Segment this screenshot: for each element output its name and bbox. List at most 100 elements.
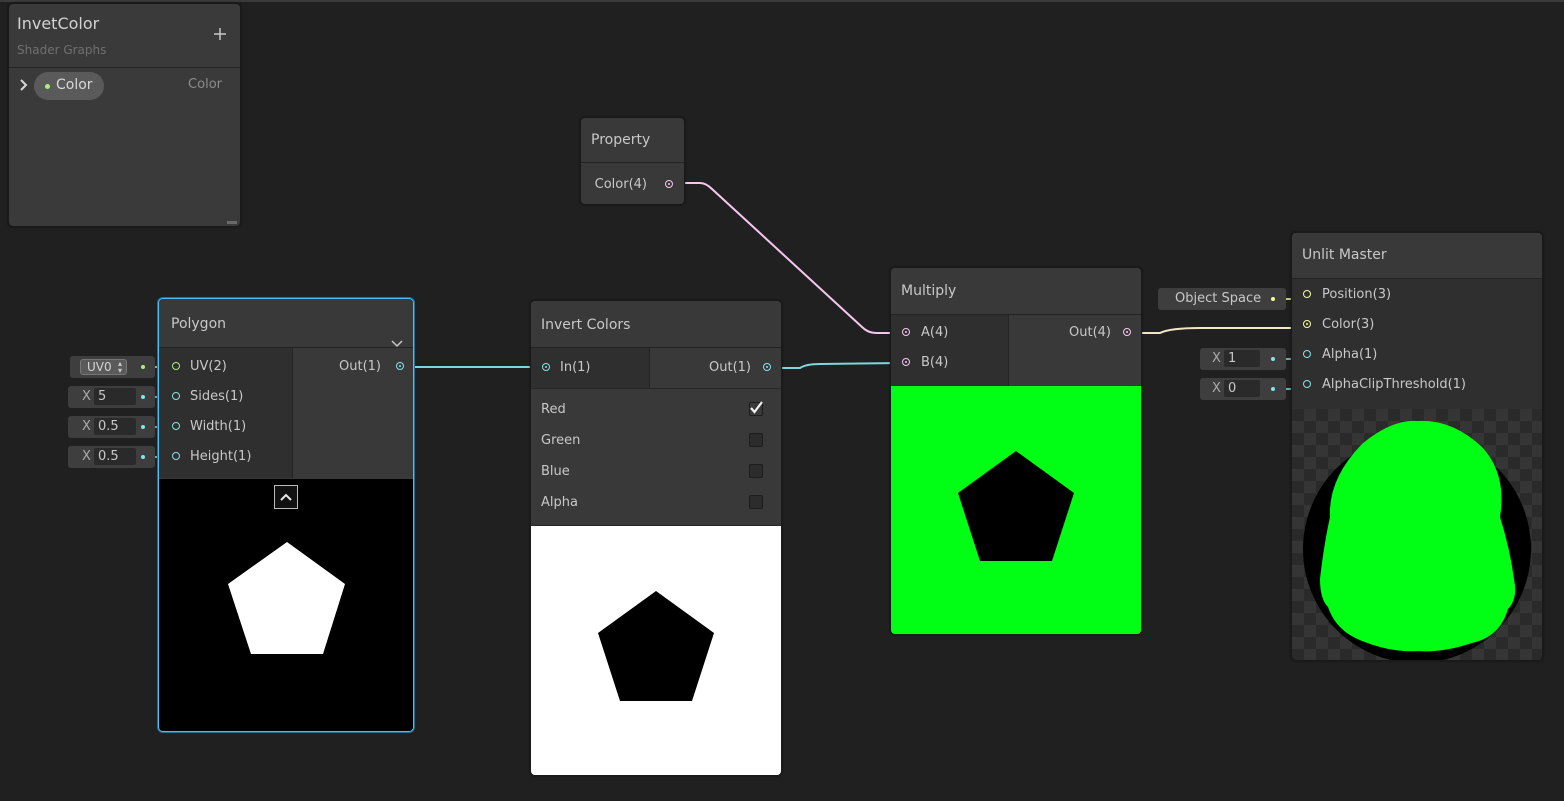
height-field-dot: [141, 455, 145, 459]
port-width-icon: [172, 422, 180, 430]
multiply-node-title: Multiply: [891, 268, 1141, 315]
port-connected-icon: [542, 363, 550, 371]
multiply-preview: [891, 386, 1141, 634]
port-position-icon: [1303, 290, 1311, 298]
position-field-dot: [1271, 297, 1275, 301]
port-alpha[interactable]: Alpha(1): [1292, 340, 1542, 370]
uv-field-dot: [141, 365, 145, 369]
port-alpha-icon: [1303, 350, 1311, 358]
channel-red-checkbox[interactable]: [749, 401, 763, 416]
port-connected-icon: [665, 180, 673, 188]
width-value[interactable]: 0.5: [94, 418, 136, 435]
port-connected-icon: [1123, 328, 1131, 336]
chevron-right-icon[interactable]: [19, 79, 29, 91]
port-position-label: Position(3): [1322, 287, 1392, 302]
port-uv-label: UV(2): [190, 359, 227, 374]
sides-value[interactable]: 5: [94, 388, 136, 405]
blackboard-divider: [9, 67, 240, 68]
port-position[interactable]: Position(3): [1292, 280, 1542, 310]
port-invert-in-label: In(1): [560, 360, 591, 375]
sides-axis-label: X: [82, 389, 91, 404]
port-connected-icon: [396, 362, 404, 370]
port-multiply-out[interactable]: Out(4): [1009, 318, 1141, 348]
alpha-value[interactable]: 1: [1224, 350, 1260, 367]
port-invert-out[interactable]: Out(1): [650, 353, 781, 383]
port-a[interactable]: A(4): [891, 318, 1008, 348]
invert-preview: [531, 525, 781, 775]
collapse-preview-button[interactable]: [274, 485, 298, 509]
port-polygon-out-label: Out(1): [339, 359, 381, 374]
sides-field-dot: [141, 395, 145, 399]
channel-alpha-checkbox[interactable]: [749, 495, 763, 509]
multiply-inputs: A(4) B(4): [891, 315, 1009, 386]
width-axis-label: X: [82, 419, 91, 434]
blackboard-subtitle: Shader Graphs: [17, 43, 107, 57]
property-output-port[interactable]: Color(4): [581, 163, 684, 204]
polygon-node-title: Polygon: [159, 299, 413, 348]
invert-outputs: Out(1): [650, 348, 781, 388]
height-value[interactable]: 0.5: [94, 448, 136, 465]
polygon-preview: [159, 479, 413, 731]
master-preview: [1292, 409, 1542, 660]
port-sides[interactable]: Sides(1): [159, 382, 292, 412]
port-height[interactable]: Height(1): [159, 442, 292, 472]
port-b[interactable]: B(4): [891, 348, 1008, 378]
port-multiply-out-label: Out(4): [1069, 325, 1111, 340]
channel-alpha-row: Alpha: [531, 487, 781, 518]
uv-dropdown[interactable]: UV0 ▴ ▾: [80, 359, 127, 375]
channel-blue-label: Blue: [541, 464, 570, 479]
property-node[interactable]: Property Color(4): [580, 117, 685, 205]
chevron-up-icon: [280, 493, 292, 501]
port-uv[interactable]: UV(2): [159, 352, 292, 382]
channel-settings: Red Green Blue Alpha: [531, 388, 781, 520]
channel-red-label: Red: [541, 402, 566, 417]
port-alpha-clip[interactable]: AlphaClipThreshold(1): [1292, 370, 1542, 400]
pentagon-shape-black: [958, 451, 1074, 561]
property-pill[interactable]: Color: [34, 72, 104, 100]
polygon-outputs: Out(1): [293, 348, 413, 478]
channel-blue-row: Blue: [531, 456, 781, 487]
channel-green-checkbox[interactable]: [749, 433, 763, 447]
checkmark-icon: [750, 401, 763, 414]
port-b-label: B(4): [921, 355, 949, 370]
chevron-down-icon[interactable]: [391, 319, 403, 348]
clip-value[interactable]: 0: [1224, 380, 1260, 397]
alpha-field-dot: [1271, 357, 1275, 361]
port-width[interactable]: Width(1): [159, 412, 292, 442]
port-connected-icon: [763, 363, 771, 371]
port-height-icon: [172, 452, 180, 460]
property-output-label: Color(4): [594, 177, 647, 192]
port-invert-in[interactable]: In(1): [531, 353, 649, 383]
unlit-master-node[interactable]: Unlit Master Position(3) Color(3) Alpha(…: [1291, 232, 1543, 661]
property-node-title: Property: [581, 118, 684, 163]
channel-red-row: Red: [531, 394, 781, 425]
polygon-title-text: Polygon: [171, 316, 227, 332]
channel-alpha-label: Alpha: [541, 495, 578, 510]
invert-inputs: In(1): [531, 348, 650, 388]
invert-ports: In(1) Out(1): [531, 348, 781, 388]
plus-icon[interactable]: [214, 28, 226, 40]
resize-handle-icon[interactable]: [227, 221, 237, 224]
port-color[interactable]: Color(3): [1292, 310, 1542, 340]
invert-node-title: Invert Colors: [531, 301, 781, 348]
position-space-field[interactable]: Object Space: [1158, 288, 1286, 310]
polygon-ports: UV(2) Sides(1) Width(1) Height(1) Out(1): [159, 348, 413, 478]
invert-colors-node[interactable]: Invert Colors In(1) Out(1) Red Green Blu…: [530, 300, 782, 776]
blackboard-panel[interactable]: InvetColor Shader Graphs Color Color: [8, 3, 241, 227]
channel-blue-checkbox[interactable]: [749, 464, 763, 478]
port-uv-icon: [172, 362, 180, 370]
master-inputs: Position(3) Color(3) Alpha(1) AlphaClipT…: [1292, 279, 1542, 410]
stepper-arrows-icon: ▴ ▾: [117, 359, 122, 375]
port-connected-icon: [1303, 320, 1311, 328]
property-name: Color: [56, 77, 93, 93]
port-width-label: Width(1): [190, 419, 247, 434]
multiply-ports: A(4) B(4) Out(4): [891, 315, 1141, 386]
port-alpha-label: Alpha(1): [1322, 347, 1378, 362]
port-a-label: A(4): [921, 325, 949, 340]
property-dot-icon: [45, 84, 50, 89]
polygon-node[interactable]: Polygon UV(2) Sides(1) Width(1) Height(1…: [158, 298, 414, 732]
multiply-node[interactable]: Multiply A(4) B(4) Out(4): [890, 267, 1142, 635]
width-field-dot: [141, 425, 145, 429]
channel-green-row: Green: [531, 425, 781, 456]
port-polygon-out[interactable]: Out(1): [293, 352, 413, 382]
